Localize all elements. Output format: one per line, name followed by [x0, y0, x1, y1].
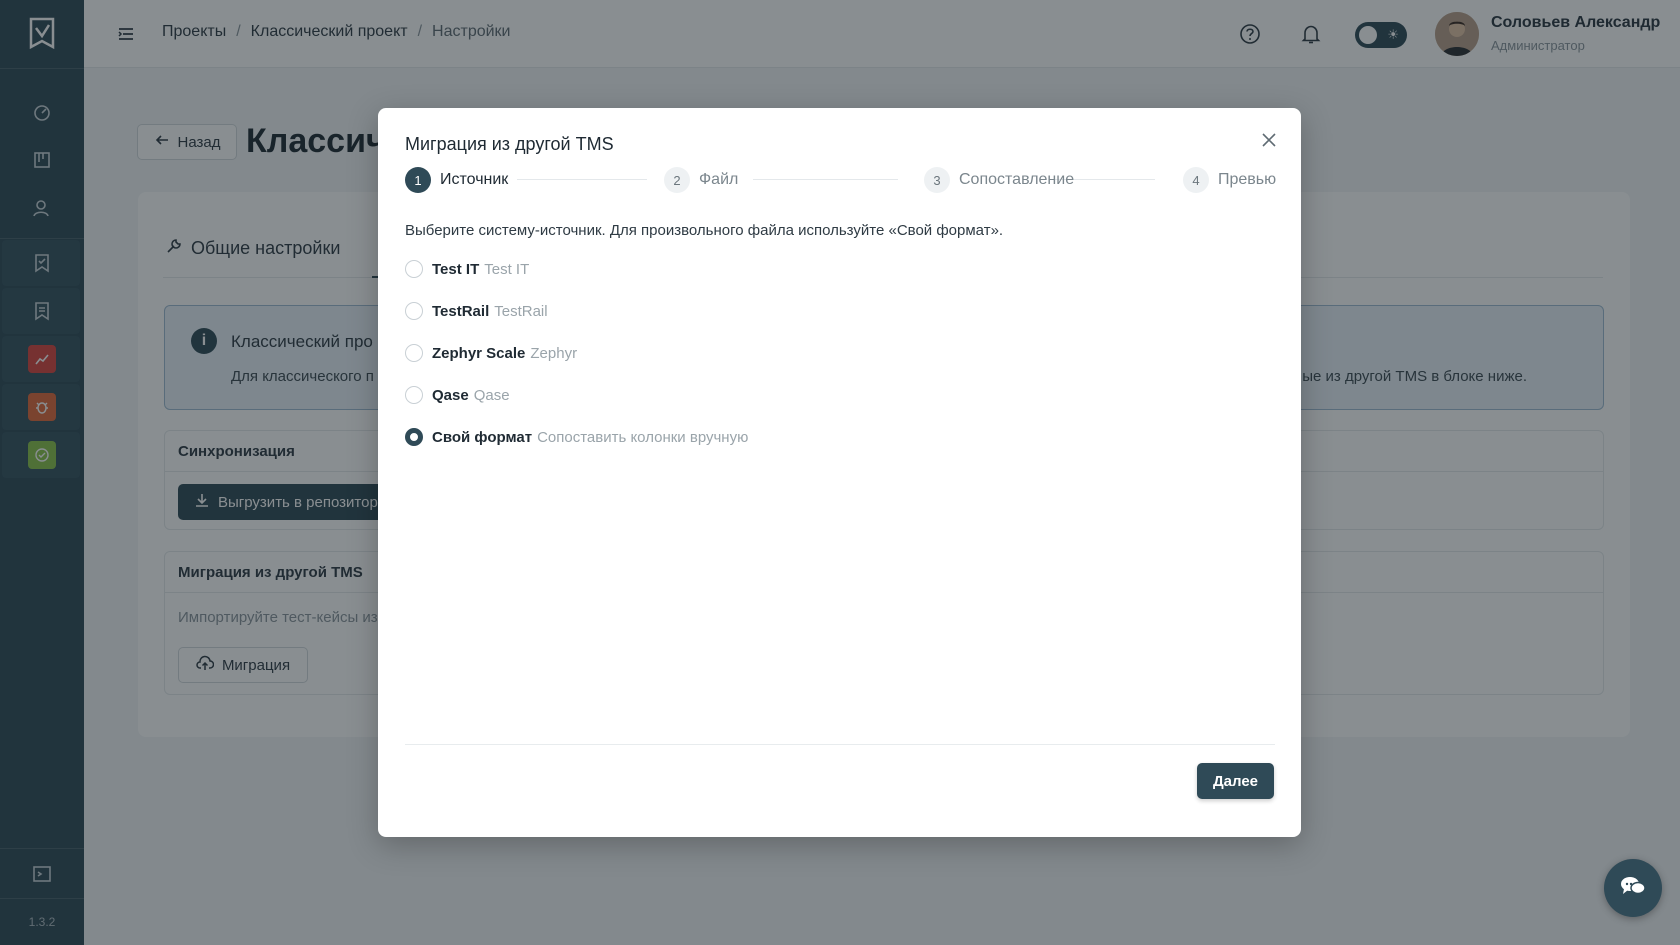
step-source[interactable]: 1 Источник — [405, 166, 508, 194]
step-file[interactable]: 2 Файл — [664, 166, 738, 194]
step-label: Сопоставление — [959, 171, 1075, 188]
option-qase[interactable]: Qase Qase — [405, 386, 510, 404]
next-button[interactable]: Далее — [1197, 763, 1274, 799]
option-zephyr-scale[interactable]: Zephyr Scale Zephyr — [405, 344, 577, 362]
option-name: Test IT — [432, 260, 480, 278]
step-label: Источник — [440, 171, 509, 188]
radio-button-checked[interactable] — [405, 428, 423, 446]
chat-support-button[interactable] — [1604, 859, 1662, 917]
step-number: 3 — [924, 167, 950, 193]
step-connector — [517, 179, 647, 180]
option-name: TestRail — [432, 302, 490, 320]
option-test-it[interactable]: Test IT Test IT — [405, 260, 529, 278]
step-connector — [753, 179, 898, 180]
modal-title: Миграция из другой TMS — [405, 134, 614, 154]
option-name: Zephyr Scale — [432, 344, 526, 362]
wizard-steps: 1 Источник 2 Файл 3 Сопоставление 4 Прев… — [405, 166, 1276, 194]
option-hint: TestRail — [494, 302, 548, 320]
option-hint: Test IT — [484, 260, 530, 278]
step-preview[interactable]: 4 Превью — [1183, 166, 1276, 194]
step-label: Файл — [699, 171, 739, 188]
step-number: 2 — [664, 167, 690, 193]
option-hint: Zephyr — [530, 344, 578, 362]
migration-modal: Миграция из другой TMS 1 Источник 2 Файл… — [378, 108, 1301, 837]
option-hint: Сопоставить колонки вручную — [537, 428, 749, 446]
radio-button[interactable] — [405, 344, 423, 362]
option-name: Свой формат — [432, 428, 533, 446]
option-hint: Qase — [473, 386, 510, 404]
option-custom-format[interactable]: Свой формат Сопоставить колонки вручную — [405, 428, 748, 446]
step-number: 1 — [405, 167, 431, 193]
modal-description: Выберите систему-источник. Для произволь… — [405, 222, 1004, 239]
option-name: Qase — [432, 386, 469, 404]
step-label: Превью — [1218, 171, 1277, 188]
chat-icon — [1619, 874, 1647, 903]
radio-button[interactable] — [405, 260, 423, 278]
option-testrail[interactable]: TestRail TestRail — [405, 302, 548, 320]
radio-button[interactable] — [405, 302, 423, 320]
step-mapping[interactable]: 3 Сопоставление — [924, 166, 1074, 194]
close-icon[interactable] — [1257, 128, 1281, 152]
modal-footer-divider — [405, 744, 1275, 745]
radio-button[interactable] — [405, 386, 423, 404]
step-number: 4 — [1183, 167, 1209, 193]
